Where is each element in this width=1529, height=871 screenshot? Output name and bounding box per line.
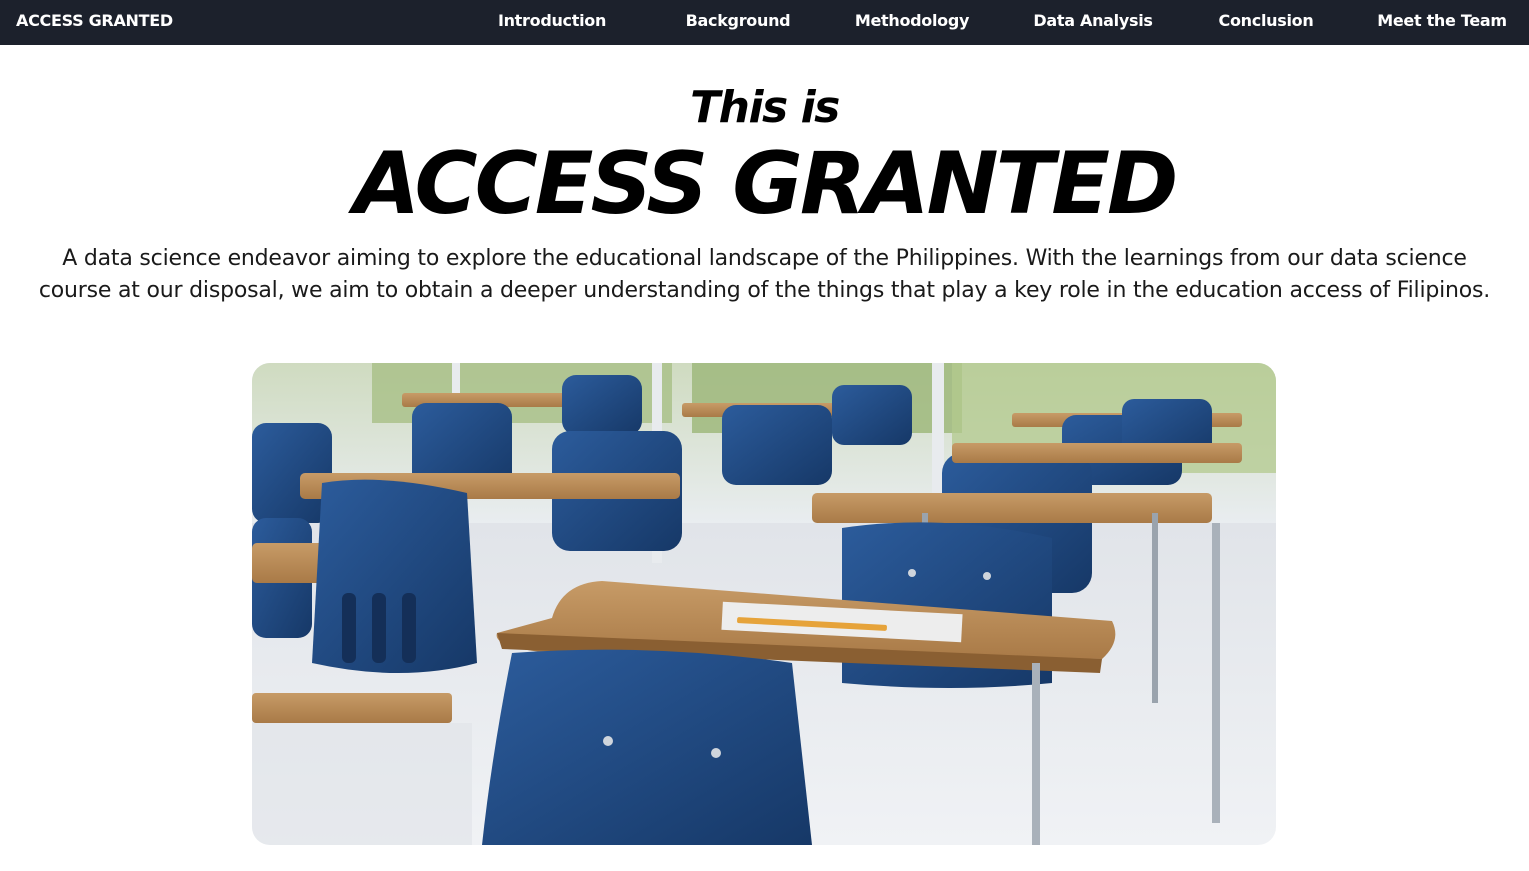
brand-logo[interactable]: ACCESS GRANTED (16, 0, 173, 45)
hero-title: ACCESS GRANTED (353, 134, 1179, 234)
top-navbar: ACCESS GRANTED Introduction Background M… (0, 0, 1529, 45)
hero-pretitle: This is (690, 82, 840, 133)
nav-link-conclusion[interactable]: Conclusion (1212, 0, 1320, 45)
nav-link-background[interactable]: Background (680, 0, 796, 45)
hero-description: A data science endeavor aiming to explor… (38, 246, 1491, 303)
nav-link-introduction[interactable]: Introduction (494, 0, 610, 45)
nav-link-data-analysis[interactable]: Data Analysis (1028, 0, 1158, 45)
classroom-photo (252, 363, 1276, 845)
nav-link-methodology[interactable]: Methodology (850, 0, 974, 45)
nav-link-meet-the-team[interactable]: Meet the Team (1372, 0, 1512, 45)
